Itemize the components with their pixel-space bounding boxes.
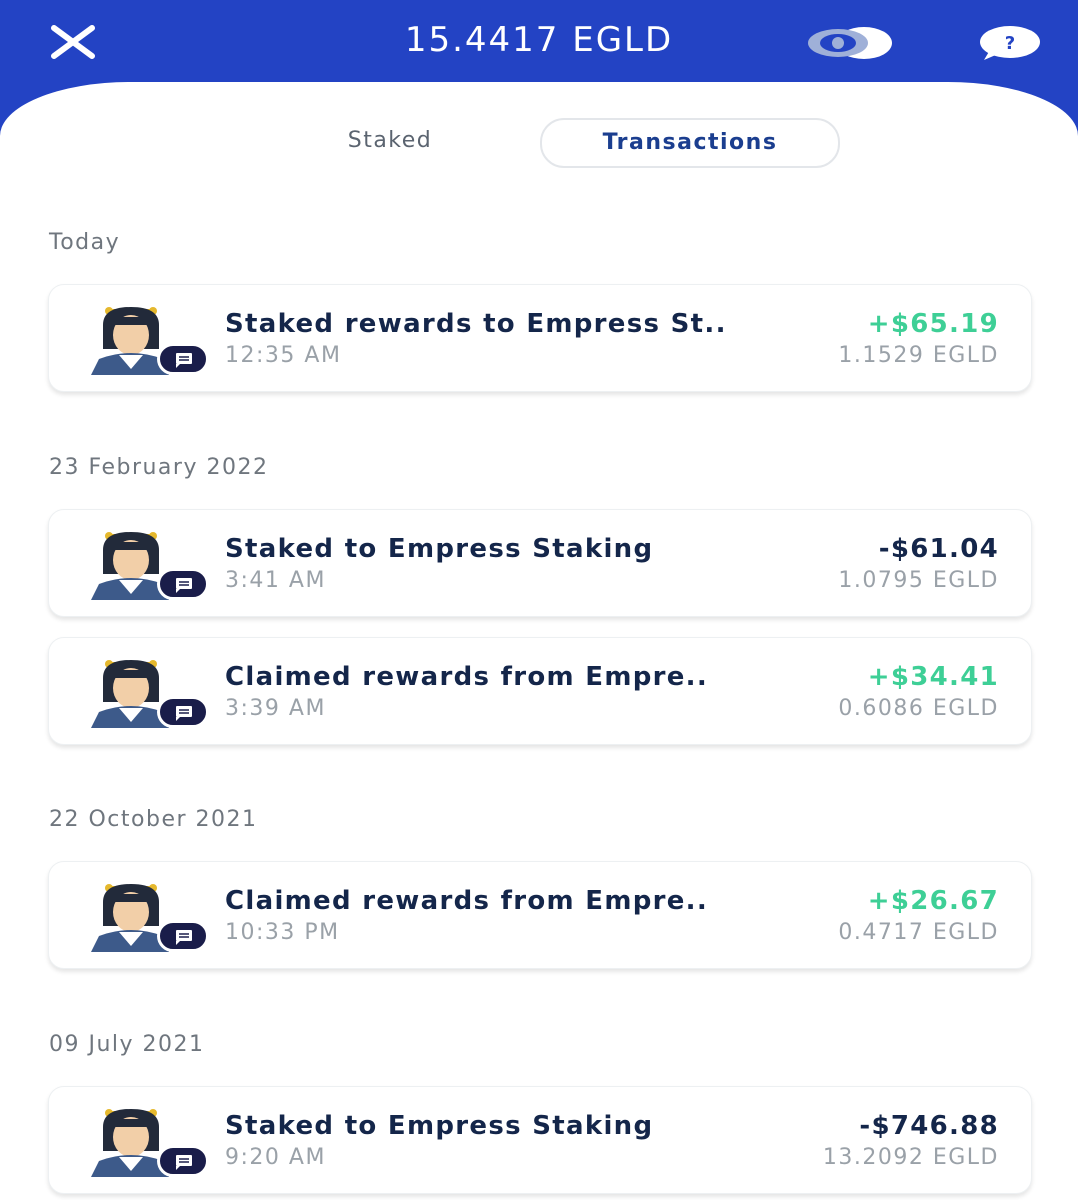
transaction-amount-usd: -$61.04 [878,534,999,564]
transaction-amount-egld: 13.2092 EGLD [822,1145,999,1170]
transaction-title: Staked rewards to Empress St.. [225,309,727,339]
transaction-time: 10:33 PM [225,920,340,945]
transaction-card[interactable]: Staked to Empress Staking 9:20 AM -$746.… [48,1086,1032,1194]
transaction-time: 3:39 AM [225,696,326,721]
eye-icon [808,27,892,59]
section-label-today: Today [49,230,121,255]
close-icon [51,25,95,59]
message-badge [157,696,209,728]
transaction-amount-usd: +$34.41 [867,662,999,692]
transaction-card[interactable]: Staked to Empress Staking 3:41 AM -$61.0… [48,509,1032,617]
section-label-date: 22 October 2021 [49,807,258,832]
section-label-date: 09 July 2021 [49,1032,205,1057]
transaction-amount-egld: 0.6086 EGLD [838,696,999,721]
transaction-amount-egld: 0.4717 EGLD [838,920,999,945]
message-icon [176,578,192,593]
transaction-time: 3:41 AM [225,568,326,593]
transaction-amount-usd: +$65.19 [867,309,999,339]
message-icon [176,1155,192,1170]
transaction-title: Staked to Empress Staking [225,534,654,564]
message-badge [157,920,209,952]
transaction-amount-egld: 1.1529 EGLD [838,343,999,368]
help-button[interactable]: ? [976,22,1042,64]
transaction-card[interactable]: Claimed rewards from Empre.. 3:39 AM +$3… [48,637,1032,745]
message-icon [176,353,192,368]
transaction-title: Staked to Empress Staking [225,1111,654,1141]
message-icon [176,930,192,945]
transaction-time: 12:35 AM [225,343,342,368]
transaction-card[interactable]: Staked rewards to Empress St.. 12:35 AM … [48,284,1032,392]
transaction-amount-usd: +$26.67 [867,886,999,916]
message-badge [157,568,209,600]
transaction-title: Claimed rewards from Empre.. [225,662,709,692]
toggle-balance-visibility-button[interactable] [806,22,896,64]
close-button[interactable] [50,24,96,60]
message-icon [176,706,192,721]
help-icon: ? [980,26,1040,60]
section-label-date: 23 February 2022 [49,455,269,480]
balance-title: 15.4417 EGLD [404,20,674,60]
transaction-amount-egld: 1.0795 EGLD [838,568,999,593]
svg-text:?: ? [1005,33,1015,54]
message-badge [157,1145,209,1177]
tab-transactions[interactable]: Transactions [540,118,840,168]
transaction-time: 9:20 AM [225,1145,326,1170]
message-badge [157,343,209,375]
tab-staked[interactable]: Staked [300,118,480,164]
tab-bar: Staked Transactions [0,118,1078,168]
transaction-amount-usd: -$746.88 [859,1111,999,1141]
transaction-title: Claimed rewards from Empre.. [225,886,709,916]
transaction-card[interactable]: Claimed rewards from Empre.. 10:33 PM +$… [48,861,1032,969]
